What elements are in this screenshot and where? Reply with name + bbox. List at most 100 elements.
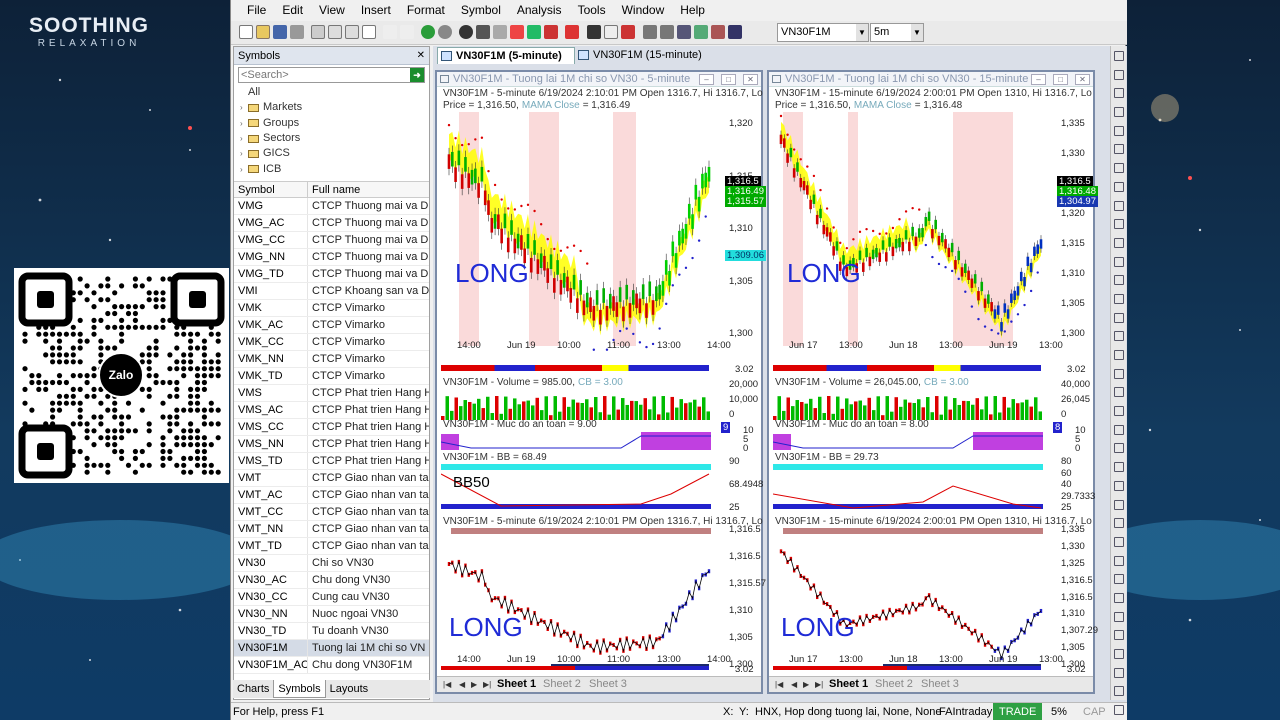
layout-icon[interactable]: [643, 25, 657, 39]
menu-edit[interactable]: Edit: [274, 0, 311, 21]
window-icon[interactable]: [660, 25, 674, 39]
table-row[interactable]: VMG_AC CTCP Thuong mai va D: [234, 214, 429, 232]
chevron-right-icon[interactable]: ›: [240, 146, 248, 161]
sheet-nav-last-icon[interactable]: ▶|: [483, 677, 491, 692]
chevron-right-icon[interactable]: ›: [240, 162, 248, 177]
copy-icon[interactable]: [328, 25, 342, 39]
info-icon[interactable]: [459, 25, 473, 39]
paste-icon[interactable]: [345, 25, 359, 39]
minimize-button[interactable]: –: [1031, 74, 1046, 85]
tree-item-markets[interactable]: › Markets: [234, 100, 429, 115]
sheet-tab-2[interactable]: Sheet 2: [875, 677, 913, 692]
table-row[interactable]: VMT_CC CTCP Giao nhan van ta: [234, 503, 429, 521]
table-row[interactable]: VMS_TD CTCP Phat trien Hang H: [234, 452, 429, 470]
table-row[interactable]: VMK CTCP Vimarko: [234, 299, 429, 317]
sheet-nav-prev-icon[interactable]: ◀: [459, 677, 465, 692]
sheet-nav-next-icon[interactable]: ▶: [471, 677, 477, 692]
sheet-tab-1[interactable]: Sheet 1: [829, 677, 868, 692]
brush-tool-icon[interactable]: [1114, 387, 1124, 398]
close-icon[interactable]: ✕: [417, 47, 425, 65]
new-icon[interactable]: [239, 25, 253, 39]
vertical-line-tool-icon[interactable]: [1114, 125, 1124, 136]
line-tool-icon[interactable]: [1114, 69, 1124, 80]
layer-tool-icon[interactable]: [1114, 555, 1124, 566]
menu-analysis[interactable]: Analysis: [509, 0, 570, 21]
table-row[interactable]: VMG_CC CTCP Thuong mai va D: [234, 231, 429, 249]
template-tool-icon[interactable]: [1114, 574, 1124, 585]
chevron-right-icon[interactable]: ›: [240, 131, 248, 146]
table-row[interactable]: VMK_CC CTCP Vimarko: [234, 333, 429, 351]
search-go-icon[interactable]: ➜: [410, 68, 424, 82]
horizontal-line-tool-icon[interactable]: [1114, 107, 1124, 118]
cut-icon[interactable]: [311, 25, 325, 39]
tab-charts[interactable]: Charts: [233, 680, 273, 698]
ray-tool-icon[interactable]: [1114, 88, 1124, 99]
channel-tool-icon[interactable]: [604, 25, 618, 39]
menu-format[interactable]: Format: [399, 0, 453, 21]
sheet-tab-1[interactable]: Sheet 1: [497, 677, 536, 692]
table-row[interactable]: VMT CTCP Giao nhan van ta: [234, 469, 429, 487]
table-row[interactable]: VMS CTCP Phat trien Hang H: [234, 384, 429, 402]
volume-chart[interactable]: [441, 390, 713, 420]
edit-formula-icon[interactable]: [527, 25, 541, 39]
menu-window[interactable]: Window: [614, 0, 673, 21]
tree-item-gics[interactable]: › GICS: [234, 146, 429, 161]
grid-icon[interactable]: [493, 25, 507, 39]
style-tool-icon[interactable]: [1114, 536, 1124, 547]
tree-item-all[interactable]: All: [234, 85, 429, 100]
color-tool-icon[interactable]: [1114, 518, 1124, 529]
menu-view[interactable]: View: [311, 0, 353, 21]
table-row[interactable]: VMG_NN CTCP Thuong mai va D: [234, 248, 429, 266]
magnet-tool-icon[interactable]: [1114, 649, 1124, 659]
table-row[interactable]: VMT_NN CTCP Giao nhan van ta: [234, 520, 429, 538]
symbol-icon[interactable]: [728, 25, 742, 39]
table-row[interactable]: VMT_AC CTCP Giao nhan van ta: [234, 486, 429, 504]
grid-tool-icon[interactable]: [1114, 667, 1124, 678]
print-icon[interactable]: [290, 25, 304, 39]
muc-chart[interactable]: [773, 430, 1045, 452]
symbol-combo[interactable]: VN30F1M ▼: [777, 23, 869, 42]
sheet-tab-3[interactable]: Sheet 3: [589, 677, 627, 692]
table-row[interactable]: VN30 Chi so VN30: [234, 554, 429, 572]
forward-icon[interactable]: [421, 25, 435, 39]
arrow-tool-icon[interactable]: [1114, 275, 1124, 286]
tab-vn30f1m-5min[interactable]: VN30F1M (5-minute): [437, 47, 575, 64]
zoom-in-tool-icon[interactable]: [1114, 480, 1124, 491]
open-icon[interactable]: [256, 25, 270, 39]
rotate-icon[interactable]: [677, 25, 691, 39]
muc-chart[interactable]: [441, 430, 713, 452]
menu-help[interactable]: Help: [672, 0, 713, 21]
lock-tool-icon[interactable]: [1114, 424, 1124, 435]
fibonacci-tool-icon[interactable]: [1114, 163, 1124, 174]
table-row[interactable]: VMT_TD CTCP Giao nhan van ta: [234, 537, 429, 555]
sheet-tab-2[interactable]: Sheet 2: [543, 677, 581, 692]
table-row[interactable]: VMG CTCP Thuong mai va D: [234, 197, 429, 215]
eraser-tool-icon[interactable]: [1114, 406, 1124, 417]
search-input[interactable]: <Search>: [239, 68, 410, 82]
cycle-tool-icon[interactable]: [1114, 350, 1124, 360]
table-row[interactable]: VMI CTCP Khoang san va D: [234, 282, 429, 300]
back-icon[interactable]: [438, 25, 452, 39]
hide-tool-icon[interactable]: [1114, 443, 1124, 454]
rectangle-tool-icon[interactable]: [1114, 181, 1124, 192]
delete-draw-tool-icon[interactable]: [1114, 630, 1124, 641]
chart-icon[interactable]: [510, 25, 524, 39]
pen-icon[interactable]: [565, 25, 579, 39]
menu-tools[interactable]: Tools: [570, 0, 614, 21]
chevron-down-icon[interactable]: ▼: [856, 24, 868, 41]
triangle-tool-icon[interactable]: [1114, 256, 1124, 267]
undo-draw-tool-icon[interactable]: [1114, 592, 1124, 603]
magnet-icon[interactable]: [621, 25, 635, 39]
save-icon[interactable]: [273, 25, 287, 39]
chart-window-5min[interactable]: VN30F1M - Tuong lai 1M chi so VN30 - 5-m…: [435, 70, 766, 694]
table-row[interactable]: VMK_AC CTCP Vimarko: [234, 316, 429, 334]
table-row[interactable]: VN30_CC Cung cau VN30: [234, 588, 429, 606]
maximize-button[interactable]: □: [721, 74, 736, 85]
line-tool-icon[interactable]: [587, 25, 601, 39]
pitchfork-tool-icon[interactable]: [1114, 312, 1124, 323]
settings-tool-icon[interactable]: [1114, 462, 1124, 473]
menu-symbol[interactable]: Symbol: [453, 0, 509, 21]
table-row[interactable]: VN30_NN Nuoc ngoai VN30: [234, 605, 429, 623]
price-chart[interactable]: [441, 112, 721, 352]
tab-vn30f1m-15min[interactable]: VN30F1M (15-minute): [575, 47, 715, 64]
